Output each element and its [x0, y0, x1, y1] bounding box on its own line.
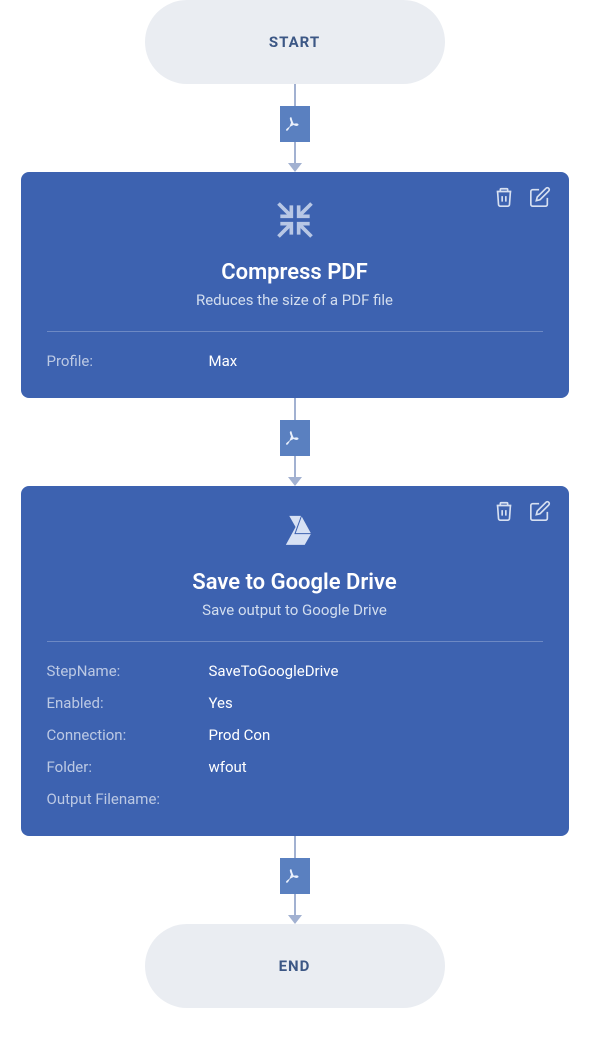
pdf-format-badge [280, 106, 310, 142]
flow-arrow [288, 915, 302, 924]
prop-row: StepName: SaveToGoogleDrive [47, 662, 543, 680]
prop-row: Folder: wfout [47, 758, 543, 776]
trash-icon [493, 500, 515, 522]
edit-icon [529, 186, 551, 208]
delete-button[interactable] [493, 186, 515, 208]
step-card-compress: Compress PDF Reduces the size of a PDF f… [21, 172, 569, 398]
end-label: END [279, 957, 311, 975]
flow-arrow [288, 163, 302, 172]
edit-button[interactable] [529, 500, 551, 522]
step-title: Save to Google Drive [47, 570, 543, 595]
prop-label: Output Filename: [47, 790, 209, 808]
card-actions [493, 186, 551, 208]
step-subtitle: Save output to Google Drive [47, 601, 543, 619]
prop-label: Profile: [47, 352, 209, 370]
flow-line [294, 398, 296, 420]
prop-value: Prod Con [209, 726, 271, 744]
pdf-icon [286, 115, 304, 133]
delete-button[interactable] [493, 500, 515, 522]
flow-line [294, 456, 296, 478]
flow-line [294, 142, 296, 164]
step-icon-wrap [47, 512, 543, 552]
connector [280, 84, 310, 172]
pdf-format-badge [280, 858, 310, 894]
prop-value: Yes [209, 694, 233, 712]
flow-line [294, 84, 296, 106]
pdf-icon [286, 867, 304, 885]
start-node: START [145, 0, 445, 84]
step-title: Compress PDF [47, 260, 543, 285]
prop-label: Folder: [47, 758, 209, 776]
edit-button[interactable] [529, 186, 551, 208]
prop-value: Max [209, 352, 238, 370]
edit-icon [529, 500, 551, 522]
compress-icon [273, 198, 317, 242]
step-icon-wrap [47, 198, 543, 242]
step-subtitle: Reduces the size of a PDF file [47, 291, 543, 309]
flow-line [294, 894, 296, 916]
pdf-icon [286, 429, 304, 447]
prop-row: Profile: Max [47, 352, 543, 370]
prop-row: Output Filename: [47, 790, 543, 808]
connector [280, 398, 310, 486]
flow-line [294, 836, 296, 858]
start-label: START [269, 33, 320, 51]
card-actions [493, 500, 551, 522]
trash-icon [493, 186, 515, 208]
divider [47, 641, 543, 642]
prop-row: Connection: Prod Con [47, 726, 543, 744]
prop-row: Enabled: Yes [47, 694, 543, 712]
step-card-gdrive: Save to Google Drive Save output to Goog… [21, 486, 569, 836]
connector [280, 836, 310, 924]
prop-label: Connection: [47, 726, 209, 744]
prop-value: wfout [209, 758, 247, 776]
prop-label: Enabled: [47, 694, 209, 712]
prop-value: SaveToGoogleDrive [209, 662, 339, 680]
prop-label: StepName: [47, 662, 209, 680]
pdf-format-badge [280, 420, 310, 456]
gdrive-icon [275, 512, 315, 552]
flow-arrow [288, 477, 302, 486]
divider [47, 331, 543, 332]
end-node: END [145, 924, 445, 1008]
